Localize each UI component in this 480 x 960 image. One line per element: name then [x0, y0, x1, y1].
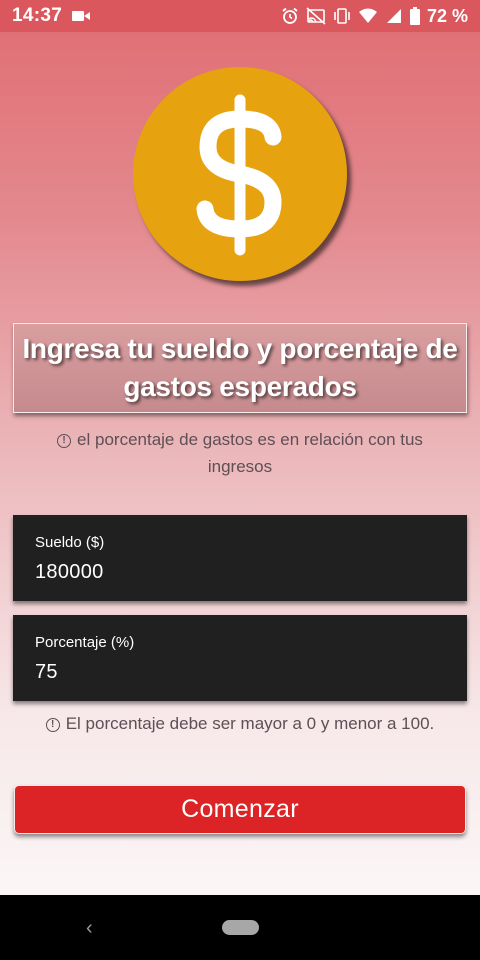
signal-icon [386, 9, 401, 23]
page-title: Ingresa tu sueldo y porcentaje de gastos… [22, 333, 458, 402]
salary-field[interactable]: Sueldo ($) 180000 [13, 515, 467, 601]
percentage-hint-text: el porcentaje de gastos es en relación c… [77, 430, 423, 476]
percentage-field[interactable]: Porcentaje (%) 75 [13, 615, 467, 701]
dollar-coin-icon [133, 67, 347, 281]
app-screen: 14:37 72 % Ingresa tu sueldo y porcentaj… [0, 0, 480, 895]
status-icons: 72 % [281, 6, 468, 27]
percentage-input[interactable]: 75 [35, 661, 58, 684]
back-icon[interactable]: ‹ [86, 917, 93, 940]
info-icon: ! [45, 718, 60, 732]
vibrate-icon [334, 8, 350, 24]
title-card: Ingresa tu sueldo y porcentaje de gastos… [13, 323, 467, 413]
alarm-icon [282, 7, 298, 24]
video-icon [72, 9, 92, 23]
wifi-icon [358, 8, 377, 23]
info-icon: ! [57, 434, 72, 448]
percentage-hint: ! el porcentaje de gastos es en relación … [30, 426, 450, 480]
percentage-field-label: Porcentaje (%) [35, 634, 135, 651]
status-bar: 14:37 72 % [0, 0, 480, 32]
battery-percentage: 72 % [426, 5, 468, 26]
salary-field-label: Sueldo ($) [35, 534, 105, 551]
validation-hint: ! El porcentaje debe ser mayor a 0 y meno… [20, 710, 460, 737]
status-time: 14:37 [12, 5, 63, 26]
start-button[interactable]: Comenzar [14, 785, 466, 834]
battery-icon [409, 7, 420, 25]
home-pill-icon[interactable] [222, 920, 259, 935]
validation-hint-text: El porcentaje debe ser mayor a 0 y menor… [65, 714, 435, 733]
salary-input[interactable]: 180000 [35, 561, 104, 584]
cast-off-icon [306, 7, 326, 25]
